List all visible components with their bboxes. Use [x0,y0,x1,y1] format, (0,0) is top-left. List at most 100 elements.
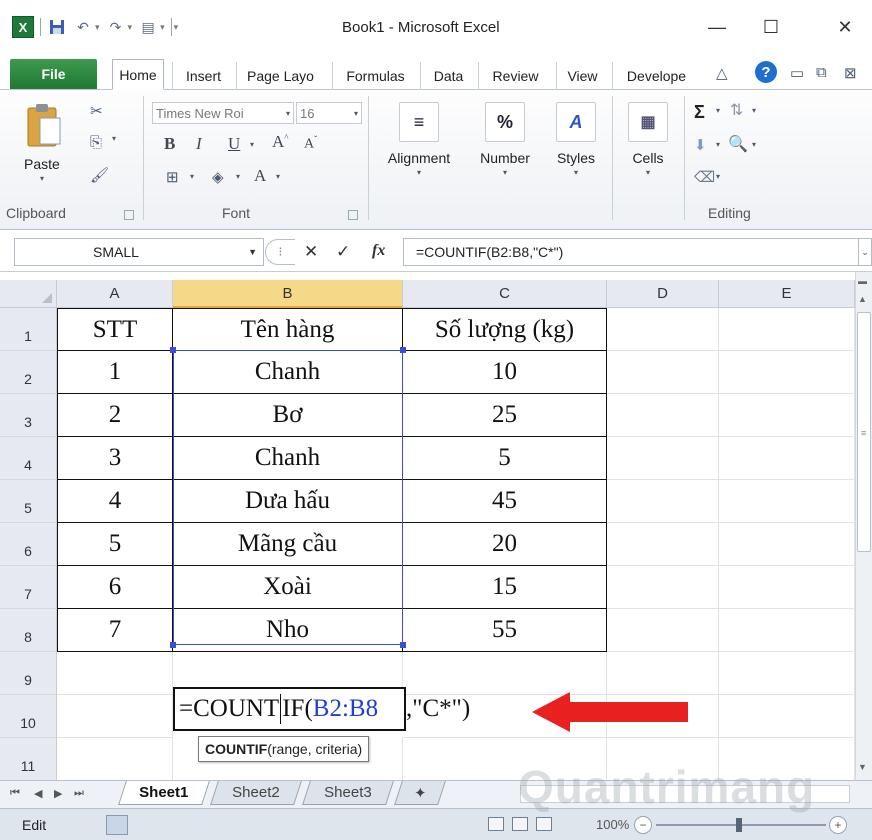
cell-c11[interactable] [403,738,607,781]
cell-d11[interactable] [607,738,719,781]
cell-c5[interactable]: 45 [403,480,607,523]
font-size-combo[interactable]: 16 ▾ [296,102,362,124]
cell-b3[interactable]: Bơ [173,394,403,437]
cell-d4[interactable] [607,437,719,480]
scroll-down-icon[interactable]: ▼ [858,762,867,772]
borders-icon[interactable]: ⊞ [166,168,179,186]
font-color-icon[interactable]: A [254,166,266,186]
cell-c8[interactable]: 55 [403,609,607,652]
form-icon[interactable]: ▤ [138,17,158,37]
alignment-button[interactable]: ≡ Alignment ▾ [376,102,462,177]
workbook-minimize-icon[interactable]: ▭ [790,64,804,82]
cell-a1[interactable]: STT [57,308,173,351]
save-icon[interactable] [47,17,67,37]
ribbon-minimize-icon[interactable]: △ [716,64,728,82]
font-size-dropdown-icon[interactable]: ▾ [354,109,358,118]
tab-data[interactable]: Data [420,62,476,90]
paste-label[interactable]: Paste [24,156,60,172]
cell-a4[interactable]: 3 [57,437,173,480]
cell-e8[interactable] [719,609,855,652]
fill-icon[interactable]: ⬇ [694,136,707,154]
cell-e4[interactable] [719,437,855,480]
cell-b8[interactable]: Nho [173,609,403,652]
cell-d7[interactable] [607,566,719,609]
autosum-dropdown-icon[interactable]: ▾ [716,106,720,115]
font-launcher-icon[interactable] [348,210,358,220]
cell-a8[interactable]: 7 [57,609,173,652]
tab-file[interactable]: File [10,59,97,89]
fill-color-icon[interactable]: ◈ [212,168,224,186]
cell-e2[interactable] [719,351,855,394]
last-sheet-icon[interactable]: ⏭ [74,787,84,800]
cell-c7[interactable]: 15 [403,566,607,609]
row-header-9[interactable]: 9 [0,652,57,695]
cell-a9[interactable] [57,652,173,695]
cell-e9[interactable] [719,652,855,695]
enter-formula-icon[interactable]: ✓ [336,242,350,262]
row-header-7[interactable]: 7 [0,566,57,609]
underline-dropdown-icon[interactable]: ▾ [250,140,254,149]
redo-icon[interactable]: ↷ [106,17,126,37]
cell-d5[interactable] [607,480,719,523]
cell-e3[interactable] [719,394,855,437]
column-header-a[interactable]: A [57,280,173,308]
row-header-10[interactable]: 10 [0,695,57,738]
first-sheet-icon[interactable]: ⏮ [10,787,20,800]
cell-c2[interactable]: 10 [403,351,607,394]
autosum-icon[interactable]: Σ [694,102,705,123]
range-handle[interactable] [400,642,406,648]
close-button[interactable]: ✕ [822,10,868,44]
workbook-restore-icon[interactable]: ⧉ [816,64,827,81]
cell-a11[interactable] [57,738,173,781]
redo-dropdown-icon[interactable]: ▾ [128,22,133,33]
insert-sheet-icon[interactable]: ✦ [394,781,446,805]
cell-c6[interactable]: 20 [403,523,607,566]
cell-b1[interactable]: Tên hàng [173,308,403,351]
cancel-formula-icon[interactable]: ✕ [304,242,318,262]
range-handle[interactable] [170,347,176,353]
clear-dropdown-icon[interactable]: ▾ [716,172,720,181]
cell-d2[interactable] [607,351,719,394]
vertical-scrollbar[interactable]: ▬ ▲ ≡ ▼ [855,272,872,780]
row-header-5[interactable]: 5 [0,480,57,523]
cell-c1[interactable]: Số lượng (kg) [403,308,607,351]
zoom-out-button[interactable]: − [634,816,652,834]
increase-font-icon[interactable]: A^ [272,132,289,152]
row-header-11[interactable]: 11 [0,738,57,781]
worksheet-grid[interactable]: A B C D E 1 2 3 4 5 6 7 8 9 10 11 STT Tên hàng Số lư… [0,272,872,781]
row-header-2[interactable]: 2 [0,351,57,394]
cell-a3[interactable]: 2 [57,394,173,437]
cell-c4[interactable]: 5 [403,437,607,480]
styles-button[interactable]: A Styles ▾ [546,102,606,177]
clipboard-launcher-icon[interactable] [124,210,134,220]
cell-d6[interactable] [607,523,719,566]
expand-formula-bar-icon[interactable]: ⌄ [858,238,872,266]
cell-e5[interactable] [719,480,855,523]
paste-dropdown-icon[interactable]: ▾ [40,174,44,183]
sheet-tab-sheet3[interactable]: Sheet3 [302,781,394,805]
row-header-8[interactable]: 8 [0,609,57,652]
clear-icon[interactable]: ⌫ [694,168,715,186]
cell-d8[interactable] [607,609,719,652]
cell-b7[interactable]: Xoài [173,566,403,609]
normal-view-icon[interactable] [488,817,504,831]
zoom-slider-thumb[interactable] [736,818,742,832]
tooltip-function-name[interactable]: COUNTIF [205,741,267,757]
scroll-split-icon[interactable]: ▬ [858,276,867,286]
column-header-d[interactable]: D [607,280,719,308]
cut-icon[interactable]: ✂ [90,102,103,120]
tab-home[interactable]: Home [112,59,164,90]
italic-icon[interactable]: I [196,134,202,154]
range-handle[interactable] [170,642,176,648]
find-select-icon[interactable]: 🔍 [728,134,748,154]
cell-a5[interactable]: 4 [57,480,173,523]
copy-icon[interactable]: ⎘ [90,134,102,151]
cell-e7[interactable] [719,566,855,609]
cell-b6[interactable]: Mãng cầu [173,523,403,566]
name-box-dropdown-icon[interactable]: ▼ [248,247,257,257]
tab-formulas[interactable]: Formulas [332,62,418,90]
tab-view[interactable]: View [556,62,608,90]
fill-dropdown-icon[interactable]: ▾ [716,140,720,149]
active-cell-b10[interactable]: =COUNT IF(B2:B8 [173,687,406,731]
borders-dropdown-icon[interactable]: ▾ [190,172,194,181]
